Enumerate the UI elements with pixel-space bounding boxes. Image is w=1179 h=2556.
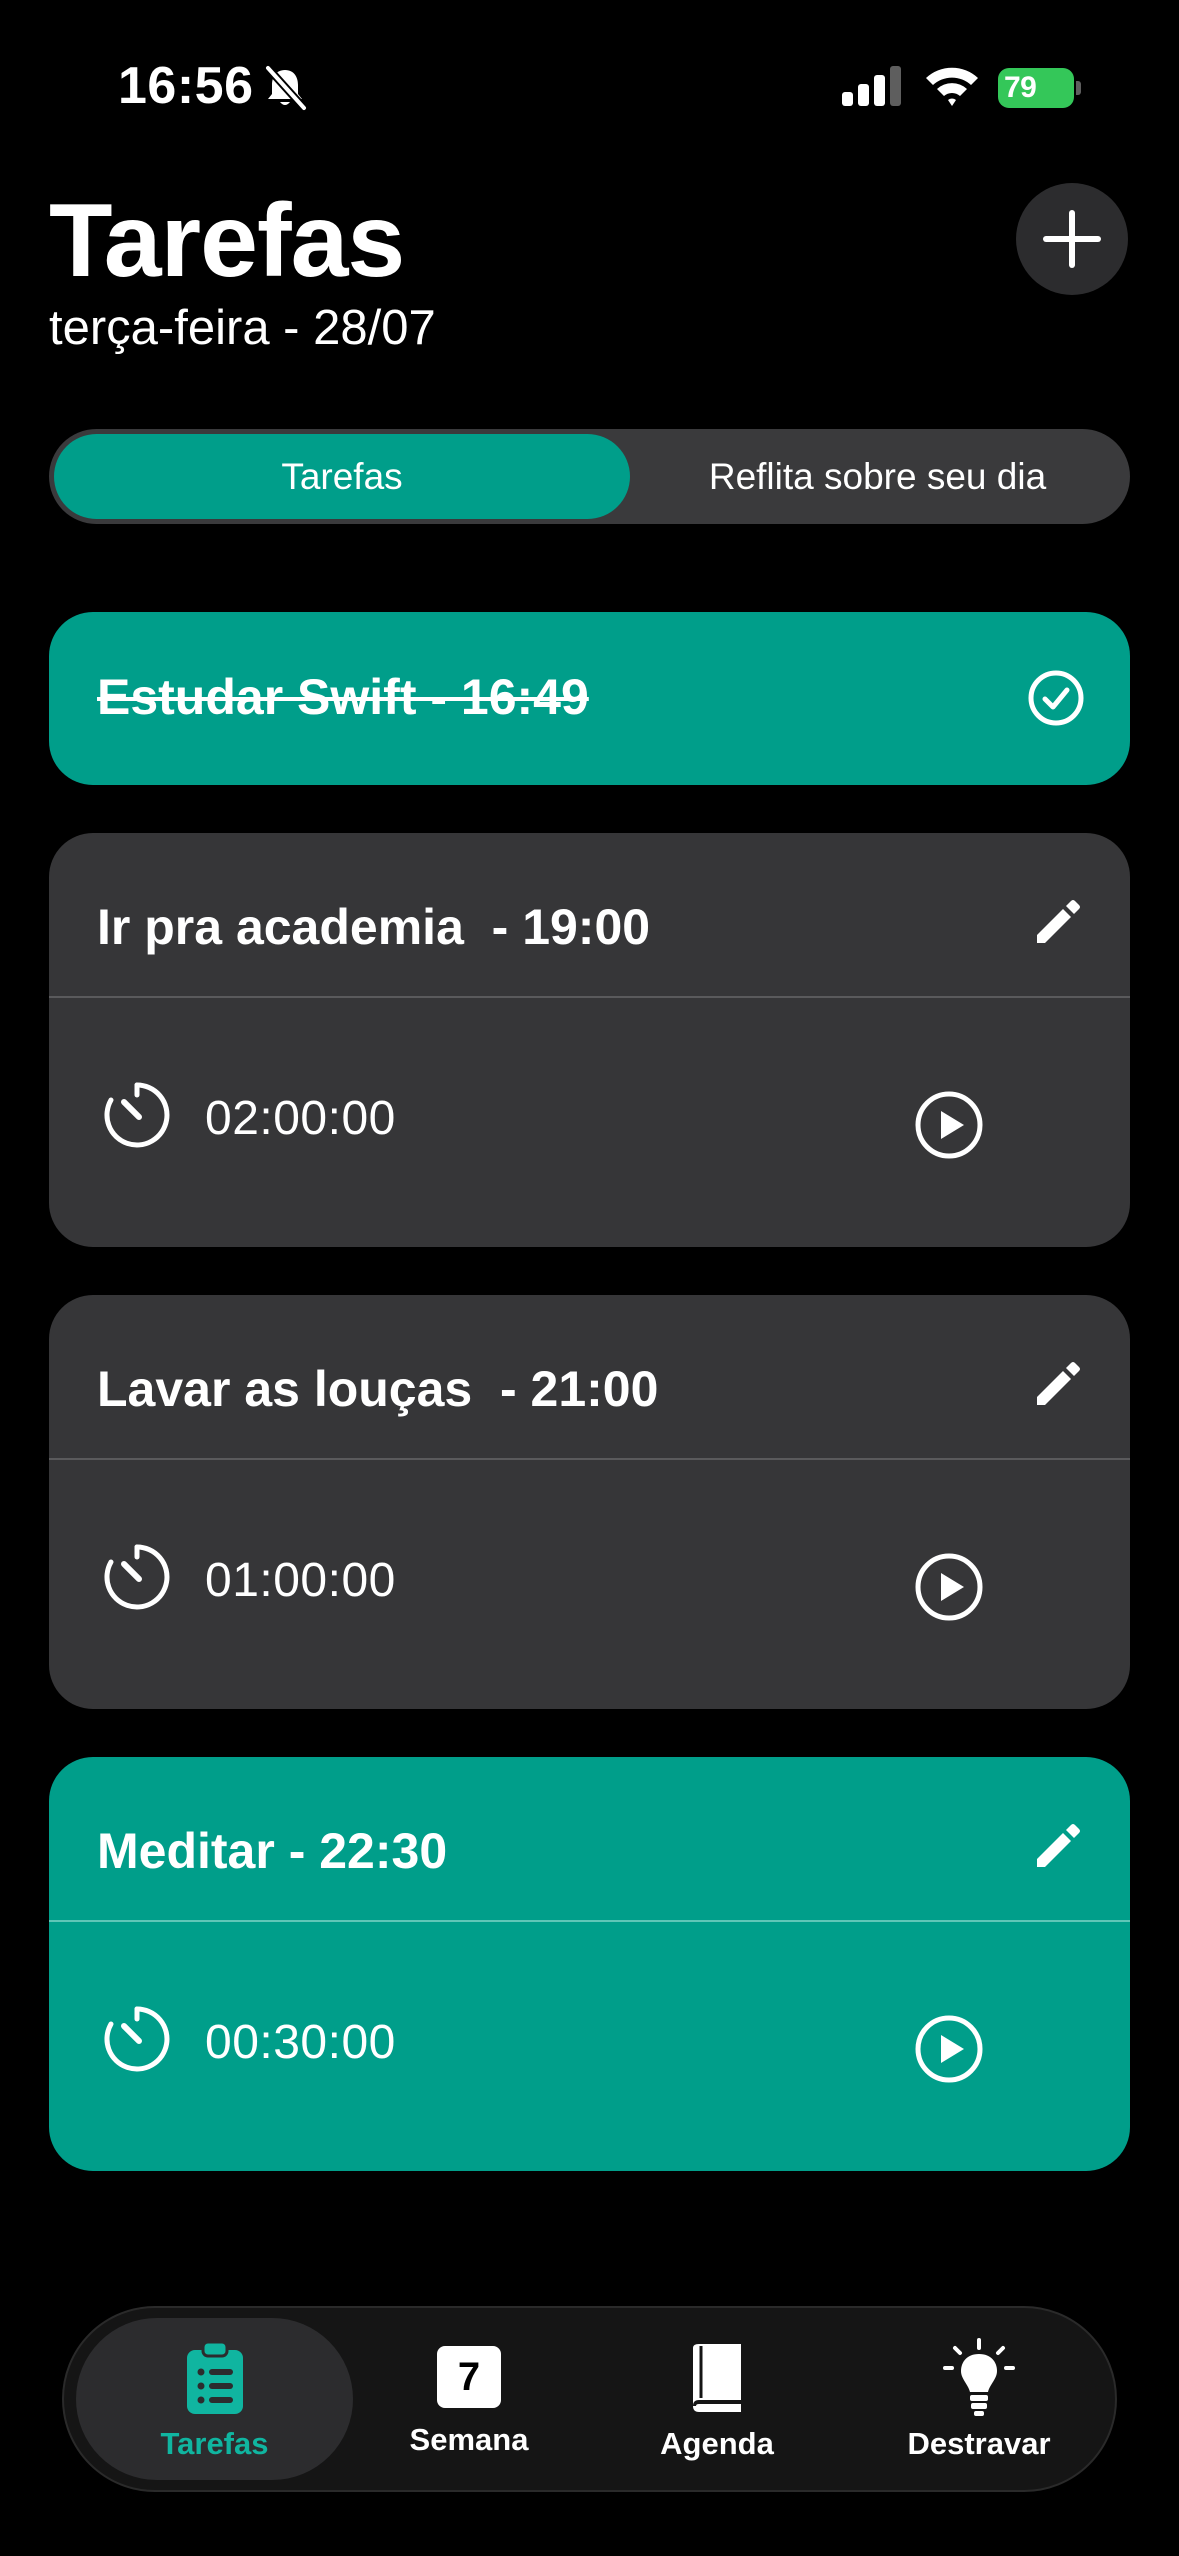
timer-icon [104,1544,170,1610]
tab-destravar[interactable]: Destravar [864,2318,1094,2480]
task-title: Lavar as louças - 21:00 [97,1361,659,1417]
battery-nub [1076,81,1081,95]
tab-tarefas[interactable]: Tarefas [76,2318,353,2480]
tab-semana[interactable]: 7 Semana [376,2318,562,2480]
page-title: Tarefas [49,183,405,299]
task-divider [49,996,1130,998]
checkmark-circle-icon[interactable] [1026,668,1086,728]
play-circle-icon[interactable] [913,2013,985,2085]
timer-value: 01:00:00 [205,1554,396,1607]
tab-bar: Tarefas 7 Semana Agenda Destravar [62,2306,1117,2492]
calendar-day-number: 7 [457,2354,481,2399]
status-bar: 16:56 79 [0,0,1179,170]
task-title: Meditar - 22:30 [97,1823,448,1879]
timer-icon [104,2006,170,2072]
task-title: Estudar Swift - 16:49 [97,669,589,725]
task-header: Ir pra academia - 19:00 [49,833,1130,996]
timer-value: 02:00:00 [205,1092,396,1145]
lightbulb-icon [943,2338,1015,2416]
timer-value: 00:30:00 [205,2016,396,2069]
segment-tarefas[interactable]: Tarefas [54,434,630,519]
book-icon [693,2344,741,2412]
task-card[interactable]: Lavar as louças - 21:00 01:00:00 [49,1295,1130,1709]
tab-agenda[interactable]: Agenda [624,2318,810,2480]
pencil-icon[interactable] [1031,897,1083,949]
play-circle-icon[interactable] [913,1551,985,1623]
tasks-screen: 16:56 79 Tarefas terça-feira - 28/07 Tar… [0,0,1179,2556]
segment-reflita[interactable]: Reflita sobre seu dia [630,434,1125,519]
task-title: Ir pra academia - 19:00 [97,899,651,955]
task-header: Lavar as louças - 21:00 [49,1295,1130,1458]
add-task-button[interactable] [1016,183,1128,295]
tab-label: Agenda [660,2426,774,2461]
timer-icon [104,1082,170,1148]
task-card-completed[interactable]: Estudar Swift - 16:49 [49,612,1130,785]
cellular-signal-icon [842,66,901,106]
task-card-highlighted[interactable]: Meditar - 22:30 00:30:00 [49,1757,1130,2171]
tab-label: Semana [409,2422,529,2457]
page-date: terça-feira - 28/07 [49,301,436,355]
wifi-icon [926,67,978,106]
calendar-day-icon: 7 [437,2346,501,2408]
tab-label: Destravar [907,2426,1051,2461]
battery-percent: 79 [1004,71,1037,104]
play-circle-icon[interactable] [913,1089,985,1161]
plus-icon [1043,210,1101,268]
clipboard-list-icon [186,2340,243,2414]
bell-slash-icon [265,65,307,111]
view-segmented-control: Tarefas Reflita sobre seu dia [49,429,1130,524]
task-divider [49,1458,1130,1460]
task-card[interactable]: Ir pra academia - 19:00 02:00:00 [49,833,1130,1247]
battery-body: 79 [998,68,1074,108]
pencil-icon[interactable] [1031,1359,1083,1411]
status-time: 16:56 [118,57,254,115]
pencil-icon[interactable] [1031,1821,1083,1873]
task-header: Meditar - 22:30 [49,1757,1130,1920]
tab-label: Tarefas [160,2426,269,2461]
battery-charging-icon: 79 [998,68,1082,108]
task-divider [49,1920,1130,1922]
